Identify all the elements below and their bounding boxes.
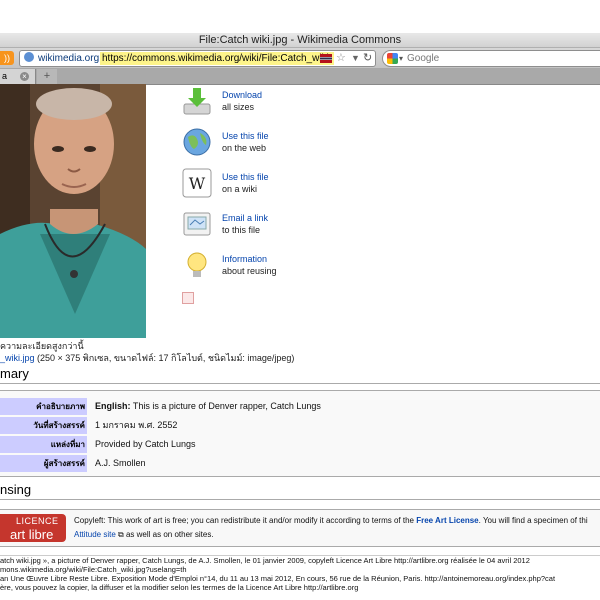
summary-heading: mary [0, 366, 29, 381]
close-tab-icon[interactable]: × [20, 72, 29, 81]
reload-icon[interactable]: ↻ [363, 51, 372, 66]
tab-bar: a × + [0, 69, 600, 85]
thai-flag-icon [320, 54, 332, 63]
file-info-text: (250 × 375 พิกเซล, ขนาดไฟล์: 17 กิโลไบต์… [34, 353, 295, 363]
svg-text:W: W [189, 174, 206, 193]
action-information-sub: about reusing [222, 266, 277, 276]
table-row: คำอธิบายภาพ English: This is a picture o… [0, 398, 600, 415]
action-use-web-label[interactable]: Use this file [222, 131, 269, 141]
license-line2-text: as well as on other sites. [123, 530, 214, 539]
email-icon [183, 212, 211, 236]
action-use-web-sub: on the web [222, 143, 267, 153]
top-blank-area [0, 0, 600, 33]
row-value: 1 มกราคม พ.ศ. 2552 [95, 420, 178, 430]
summary-table: คำอธิบายภาพ English: This is a picture o… [0, 390, 600, 477]
license-text-post: . You will find a specimen of thi [478, 516, 588, 525]
search-box[interactable]: ▾ Google [382, 50, 600, 67]
tab-label: a [2, 71, 8, 81]
action-download-sub: all sizes [222, 102, 255, 112]
summary-divider [0, 383, 600, 384]
url-text[interactable]: https://commons.wikimedia.org/wiki/File:… [100, 52, 334, 65]
new-tab-button[interactable]: + [37, 69, 57, 84]
row-label: วันที่สร้างสรรค์ [0, 417, 87, 434]
footer-line-3: an Une Œuvre Libre Reste Libre. Expositi… [0, 574, 556, 583]
download-icon [183, 88, 211, 115]
file-link[interactable]: _wiki.jpg [0, 353, 35, 363]
free-art-license-link[interactable]: Free Art License [416, 516, 478, 525]
navigation-toolbar: )) wikimedia.org https://commons.wikimed… [0, 48, 600, 69]
row-value-language: English: [95, 401, 131, 411]
row-value-text: This is a picture of Denver rapper, Catc… [130, 401, 321, 411]
tab-current[interactable]: a × [0, 69, 36, 84]
action-use-wiki-label[interactable]: Use this file [222, 172, 269, 182]
credit-overlay: atch wiki.jpg », a picture of Denver rap… [0, 555, 600, 600]
window-title: File:Catch wiki.jpg - Wikimedia Commons [198, 34, 402, 46]
action-use-wiki[interactable]: W Use this file on a wiki [182, 168, 312, 204]
row-value: A.J. Smollen [95, 458, 146, 468]
row-value: Provided by Catch Lungs [95, 439, 196, 449]
table-row: วันที่สร้างสรรค์ 1 มกราคม พ.ศ. 2552 [0, 417, 600, 434]
file-info-line: _wiki.jpg (250 × 375 พิกเซล, ขนาดไฟล์: 1… [0, 351, 294, 365]
address-bar[interactable]: wikimedia.org https://commons.wikimedia.… [19, 50, 376, 67]
portrait-photo [0, 84, 146, 338]
license-text: Copyleft: This work of art is free; you … [74, 516, 600, 525]
action-information-label[interactable]: Information [222, 254, 267, 264]
attitude-site-link[interactable]: Attitude site [74, 530, 116, 539]
table-row: แหล่งที่มา Provided by Catch Lungs [0, 436, 600, 453]
action-email[interactable]: Email a link to this file [182, 209, 312, 245]
action-email-sub: to this file [222, 225, 261, 235]
history-dropdown-icon[interactable]: ▼ [351, 51, 360, 66]
license-box: LICENCE art libre Copyleft: This work of… [0, 509, 600, 547]
table-row: ผู้สร้างสรรค์ A.J. Smollen [0, 455, 600, 472]
lightbulb-icon [187, 252, 207, 277]
badge-bottom-text: art libre [10, 527, 54, 542]
search-engine-dropdown-icon[interactable]: ▾ [399, 51, 403, 66]
wikipedia-icon: W [182, 168, 212, 198]
window-titlebar: File:Catch wiki.jpg - Wikimedia Commons [0, 33, 600, 48]
external-link-icon: ⧉ [115, 530, 124, 539]
bookmark-star-icon[interactable]: ☆ [336, 51, 346, 66]
file-image[interactable] [0, 84, 146, 338]
row-label: แหล่งที่มา [0, 436, 87, 453]
broken-image-icon [182, 292, 194, 304]
footer-line-2: mons.wikimedia.org/wiki/File:Catch_wiki.… [0, 565, 187, 574]
row-label: คำอธิบายภาพ [0, 398, 87, 415]
footer-line-1: atch wiki.jpg », a picture of Denver rap… [0, 556, 530, 565]
rss-icon[interactable]: )) [0, 51, 14, 65]
art-libre-logo[interactable]: LICENCE art libre [0, 514, 66, 542]
globe-icon [183, 128, 211, 156]
action-email-label[interactable]: Email a link [222, 213, 268, 223]
action-download[interactable]: Download all sizes [182, 86, 312, 122]
license-text-pre: Copyleft: This work of art is free; you … [74, 516, 417, 525]
higher-resolution-label: ความละเอียดสูงกว่านี้ [0, 341, 84, 351]
action-download-label[interactable]: Download [222, 90, 262, 100]
google-icon[interactable] [387, 53, 398, 64]
action-use-web[interactable]: Use this file on the web [182, 127, 312, 163]
site-identity-button[interactable]: wikimedia.org [24, 51, 99, 66]
action-information[interactable]: Information about reusing [182, 250, 312, 286]
row-value: English: This is a picture of Denver rap… [95, 398, 321, 415]
footer-line-4: ère, vous pouvez la copier, la diffuser … [0, 583, 359, 592]
globe-icon [24, 52, 34, 62]
licensing-heading: nsing [0, 482, 32, 497]
badge-top-text: LICENCE [16, 516, 59, 526]
license-text-line2: Attitude site ⧉ as well as on other site… [74, 530, 214, 540]
site-label: wikimedia.org [38, 53, 100, 64]
action-use-wiki-sub: on a wiki [222, 184, 258, 194]
search-input[interactable]: Google [407, 51, 439, 66]
licensing-divider [0, 499, 600, 500]
row-label: ผู้สร้างสรรค์ [0, 455, 87, 472]
